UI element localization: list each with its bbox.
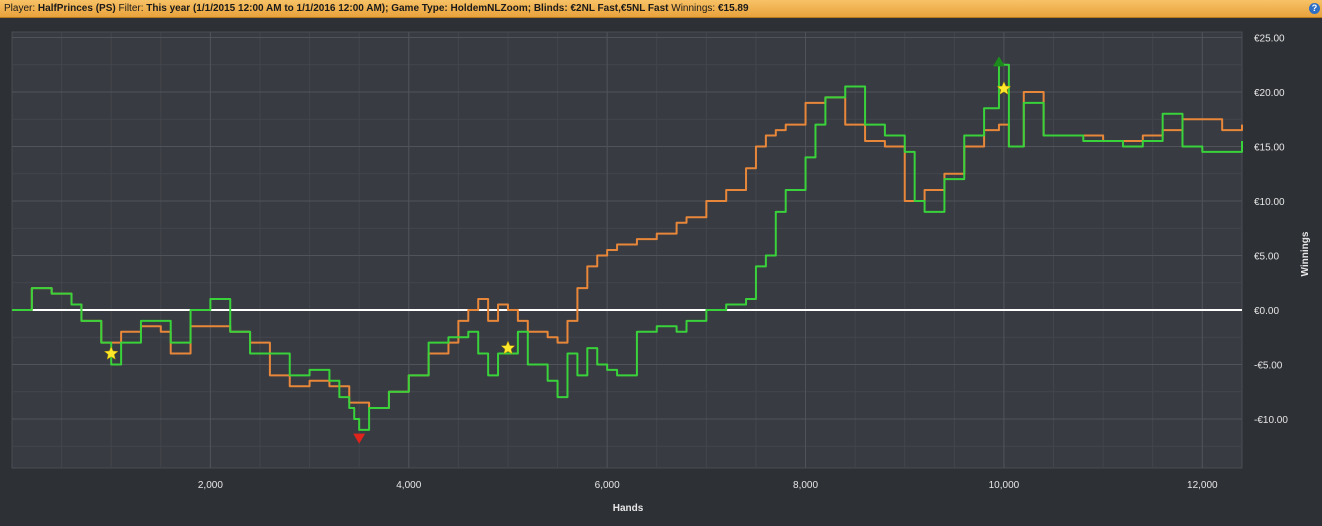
filter-bar: Player: HalfPrinces (PS) Filter: This ye…	[0, 0, 1322, 18]
x-tick-label: 4,000	[396, 480, 421, 491]
winnings-chart: 2,000 4,000 6,000 8,000 10,000 12,000 €25.00€…	[11, 31, 1311, 514]
y-tick-label: -€10.00	[1254, 415, 1288, 426]
y-tick-label: €0.00	[1254, 306, 1279, 317]
x-tick-label: 8,000	[793, 480, 818, 491]
filter-label: Filter:	[118, 3, 144, 14]
y-tick-label: -€5.00	[1254, 360, 1283, 371]
y-tick-label: €20.00	[1254, 88, 1285, 99]
x-axis-ticks: 2,000 4,000 6,000 8,000 10,000 12,000	[198, 480, 1218, 491]
player-label: Player:	[4, 3, 36, 14]
y-axis-ticks: €25.00 €20.00 €15.00 €10.00 €5.00 €0.00 -€5.00…	[1254, 33, 1288, 426]
y-tick-label: €15.00	[1254, 142, 1285, 153]
player-value: HalfPrinces (PS)	[37, 3, 116, 14]
y-axis-title: Winnings	[1300, 231, 1311, 276]
x-axis-title: Hands	[613, 503, 644, 514]
filter-value: This year (1/1/2015 12:00 AM to 1/1/2016…	[146, 3, 669, 14]
help-icon[interactable]: ?	[1309, 3, 1320, 14]
x-tick-label: 2,000	[198, 480, 223, 491]
x-tick-label: 12,000	[1187, 480, 1218, 491]
winnings-value: €15.89	[717, 3, 749, 14]
y-tick-label: €25.00	[1254, 33, 1285, 44]
plot-area	[11, 31, 1243, 469]
y-tick-label: €10.00	[1254, 197, 1285, 208]
winnings-label: Winnings:	[671, 3, 716, 14]
x-tick-label: 10,000	[989, 480, 1020, 491]
x-tick-label: 6,000	[595, 480, 620, 491]
y-tick-label: €5.00	[1254, 251, 1279, 262]
